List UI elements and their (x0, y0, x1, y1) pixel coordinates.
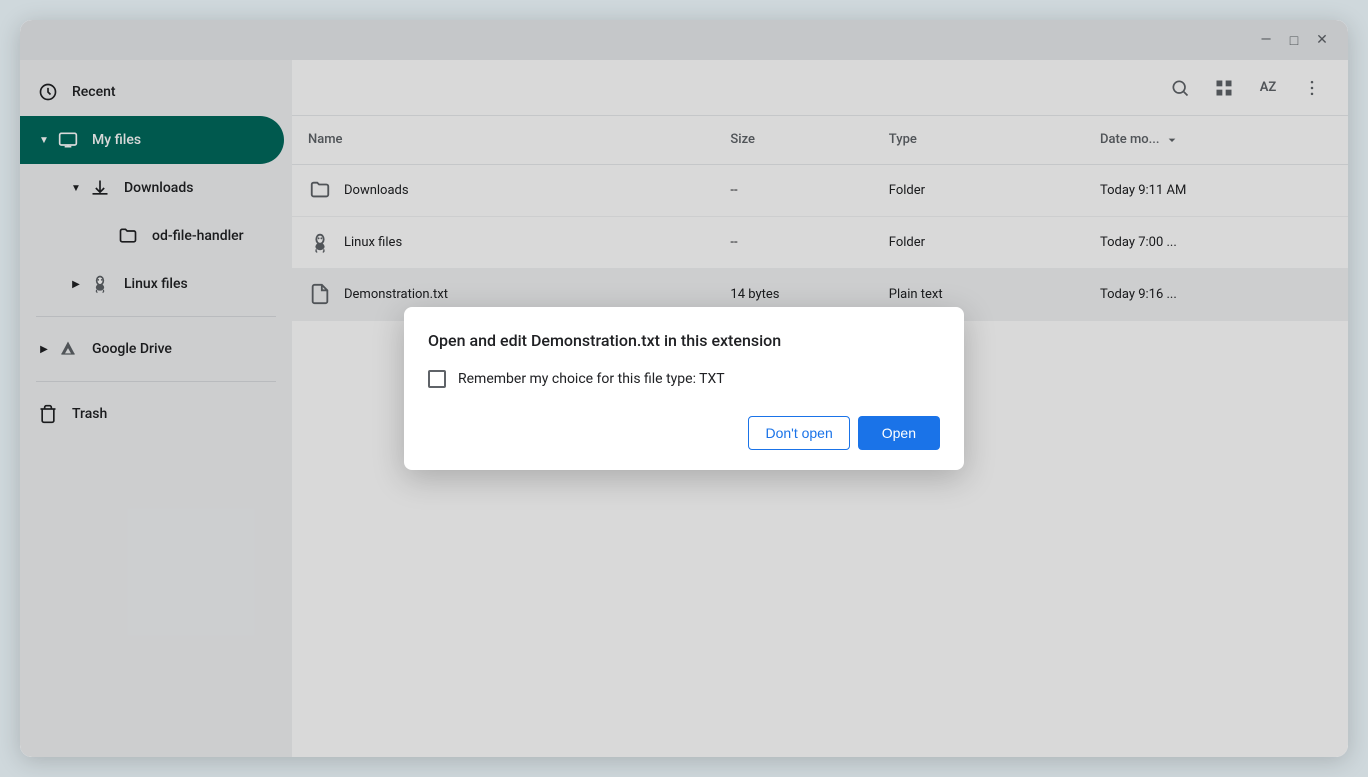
remember-choice-label: Remember my choice for this file type: T… (458, 371, 725, 387)
dialog-overlay: Open and edit Demonstration.txt in this … (20, 20, 1348, 757)
dialog-title: Open and edit Demonstration.txt in this … (428, 331, 940, 350)
remember-choice-checkbox[interactable] (428, 370, 446, 388)
dont-open-button[interactable]: Don't open (748, 416, 849, 450)
dialog-actions: Don't open Open (428, 416, 940, 450)
open-button[interactable]: Open (858, 416, 940, 450)
app-window: — □ ✕ Recent ▼ (20, 20, 1348, 757)
dialog-checkbox-row: Remember my choice for this file type: T… (428, 370, 940, 388)
open-file-dialog: Open and edit Demonstration.txt in this … (404, 307, 964, 470)
